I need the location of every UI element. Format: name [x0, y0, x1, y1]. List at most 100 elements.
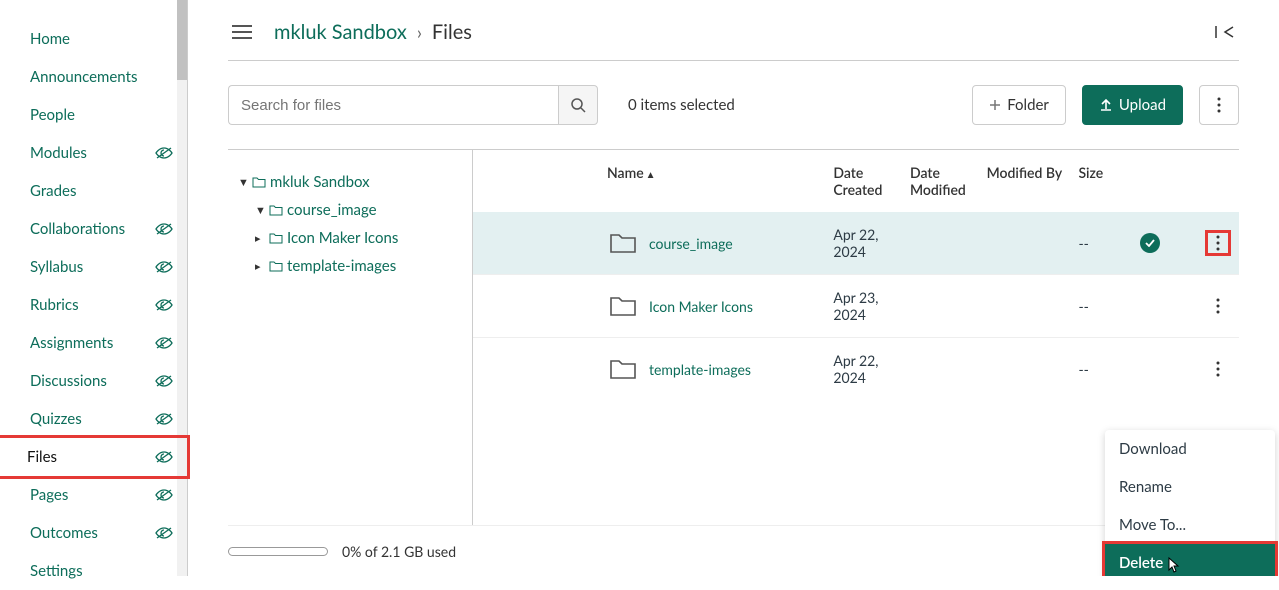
folder-icon	[252, 176, 266, 188]
sidebar-item-outcomes[interactable]: Outcomes	[0, 514, 187, 552]
cell-published[interactable]	[1132, 275, 1178, 338]
cell-modified-by	[979, 275, 1071, 338]
caret-down-icon: ▼	[238, 176, 248, 189]
selection-count: 0 items selected	[628, 96, 735, 114]
hidden-eye-icon	[155, 488, 173, 502]
hidden-eye-icon	[155, 260, 173, 274]
cell-date-modified	[902, 212, 979, 275]
sidebar-item-discussions[interactable]: Discussions	[0, 362, 187, 400]
menu-delete[interactable]: Delete	[1102, 541, 1278, 576]
cell-date-created: Apr 22, 2024	[825, 212, 902, 275]
toolbar-more-button[interactable]	[1199, 85, 1239, 125]
course-nav-sidebar: Home Announcements People Modules GradesColl…	[0, 0, 188, 576]
row-more-button[interactable]	[1205, 230, 1231, 256]
collapse-nav-icon[interactable]	[1211, 21, 1239, 43]
sidebar-item-pages[interactable]: Pages	[0, 476, 187, 514]
cell-published[interactable]	[1132, 212, 1178, 275]
hidden-eye-icon	[155, 526, 173, 540]
folder-icon	[609, 294, 637, 318]
hidden-eye-icon	[155, 412, 173, 426]
breadcrumb: mkluk Sandbox › Files	[274, 20, 1193, 44]
tree-item[interactable]: ▸Icon Maker Icons	[238, 224, 462, 252]
sidebar-item-modules[interactable]: Modules	[0, 134, 187, 172]
cursor-pointer-icon	[1165, 556, 1181, 576]
chevron-right-icon: ›	[417, 21, 422, 43]
breadcrumb-course[interactable]: mkluk Sandbox	[274, 20, 407, 44]
sidebar-item-quizzes[interactable]: Quizzes	[0, 400, 187, 438]
cell-size: --	[1070, 338, 1131, 401]
folder-icon	[609, 231, 637, 255]
row-more-button[interactable]	[1205, 356, 1231, 382]
sidebar-item-assignments[interactable]: Assignments	[0, 324, 187, 362]
sidebar-scrollbar[interactable]	[177, 0, 187, 576]
col-modifiedby-header[interactable]: Modified By	[979, 150, 1071, 212]
quota-progress-bar	[228, 547, 328, 556]
sidebar-item-label: Syllabus	[30, 258, 83, 276]
sidebar-item-label: Home	[30, 30, 70, 48]
main-content: mkluk Sandbox › Files 0 items selected F	[188, 0, 1279, 576]
folder-icon	[609, 357, 637, 381]
sidebar-item-label: Pages	[30, 486, 68, 504]
col-created-header[interactable]: Date Created	[825, 150, 902, 212]
col-name-header[interactable]: Name▲	[473, 150, 825, 212]
hamburger-menu-icon[interactable]	[228, 21, 256, 43]
cell-size: --	[1070, 275, 1131, 338]
menu-download[interactable]: Download	[1105, 430, 1275, 468]
search-button[interactable]	[558, 85, 598, 125]
sidebar-item-label: Modules	[30, 144, 87, 162]
scrollbar-thumb[interactable]	[177, 0, 187, 80]
sidebar-item-grades[interactable]: Grades	[0, 172, 187, 210]
col-size-header[interactable]: Size	[1070, 150, 1131, 212]
hidden-eye-icon	[155, 450, 173, 464]
hidden-eye-icon	[155, 374, 173, 388]
file-name-link[interactable]: template-images	[649, 361, 751, 378]
file-name-link[interactable]: course_image	[649, 235, 733, 252]
sidebar-item-syllabus[interactable]: Syllabus	[0, 248, 187, 286]
more-vertical-icon	[1217, 97, 1221, 113]
search-icon	[570, 97, 586, 113]
cell-modified-by	[979, 338, 1071, 401]
hidden-eye-icon	[155, 336, 173, 350]
sidebar-item-label: Outcomes	[30, 524, 98, 542]
cell-date-created: Apr 22, 2024	[825, 338, 902, 401]
sidebar-item-collaborations[interactable]: Collaborations	[0, 210, 187, 248]
search-input[interactable]	[228, 85, 558, 125]
cell-published[interactable]	[1132, 338, 1178, 401]
folder-icon	[269, 232, 283, 244]
upload-button[interactable]: Upload	[1082, 85, 1183, 125]
quota-text: 0% of 2.1 GB used	[342, 543, 456, 560]
tree-item[interactable]: ▼course_image	[238, 196, 462, 224]
table-row[interactable]: course_imageApr 22, 2024--	[473, 212, 1239, 275]
file-table-pane: Name▲ Date Created Date Modified Modifie…	[473, 150, 1239, 525]
row-context-menu: Download Rename Move To... Delete	[1105, 430, 1275, 576]
file-name-link[interactable]: Icon Maker Icons	[649, 298, 753, 315]
upload-icon	[1099, 98, 1113, 112]
table-row[interactable]: template-images Apr 22, 2024 --	[473, 338, 1239, 401]
sidebar-item-people[interactable]: People	[0, 96, 187, 134]
hidden-eye-icon	[155, 222, 173, 236]
tree-root[interactable]: ▼ mkluk Sandbox	[238, 168, 462, 196]
upload-button-label: Upload	[1119, 96, 1166, 114]
cell-modified-by	[979, 212, 1071, 275]
plus-icon	[989, 99, 1001, 111]
hidden-eye-icon	[155, 146, 173, 160]
sidebar-item-label: Discussions	[30, 372, 107, 390]
menu-rename[interactable]: Rename	[1105, 468, 1275, 506]
folder-icon	[269, 260, 283, 272]
sidebar-item-settings[interactable]: Settings	[0, 552, 187, 590]
tree-item[interactable]: ▸template-images	[238, 252, 462, 280]
menu-move[interactable]: Move To...	[1105, 506, 1275, 544]
hidden-eye-icon	[155, 298, 173, 312]
folder-button-label: Folder	[1007, 96, 1049, 114]
row-more-button[interactable]	[1205, 293, 1231, 319]
sidebar-item-home[interactable]: Home	[0, 20, 187, 58]
cell-date-created: Apr 23, 2024	[825, 275, 902, 338]
sidebar-item-files[interactable]: Files	[0, 435, 190, 479]
table-row[interactable]: Icon Maker Icons Apr 23, 2024 --	[473, 275, 1239, 338]
new-folder-button[interactable]: Folder	[972, 85, 1066, 125]
col-modified-header[interactable]: Date Modified	[902, 150, 979, 212]
published-check-icon	[1140, 233, 1160, 253]
sidebar-item-announcements[interactable]: Announcements	[0, 58, 187, 96]
sidebar-item-label: People	[30, 106, 75, 124]
sidebar-item-rubrics[interactable]: Rubrics	[0, 286, 187, 324]
